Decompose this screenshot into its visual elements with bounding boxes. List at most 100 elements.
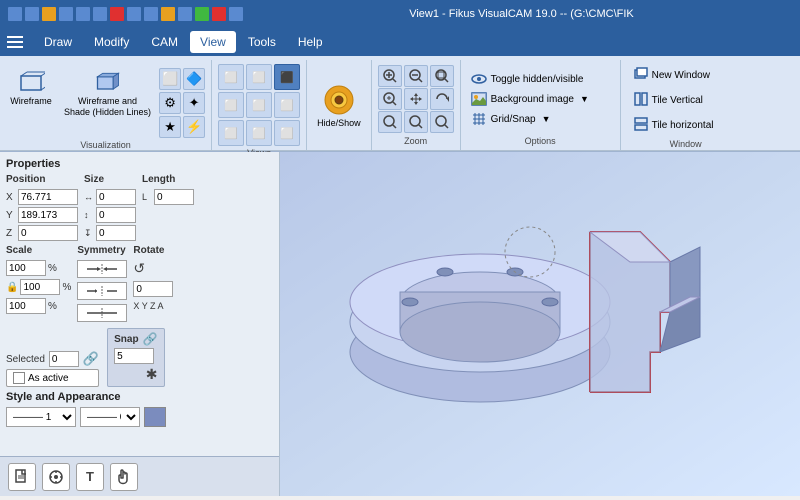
vis-small-btn-6[interactable]: ⚡	[183, 116, 205, 138]
chain-icon: 🔗	[83, 351, 99, 367]
zoom-sel-button[interactable]	[378, 88, 402, 110]
hamburger-button[interactable]	[4, 30, 28, 54]
tile-horizontal-label: Tile horizontal	[652, 120, 714, 131]
as-active-label: As active	[28, 373, 69, 384]
x-label: X	[6, 192, 16, 203]
view-btn-1[interactable]: ⬜	[218, 64, 244, 90]
app-icon-7	[110, 7, 124, 21]
app-icon-5	[76, 7, 90, 21]
symmetry-btn-2[interactable]	[77, 282, 127, 300]
hide-show-button[interactable]: Hide/Show	[313, 80, 365, 130]
vis-small-btn-5[interactable]: ★	[159, 116, 181, 138]
line-style-select[interactable]: ——— 1 - - - 2 ··· 3	[6, 407, 76, 427]
toggle-hidden-icon	[471, 71, 487, 87]
length-input[interactable]	[154, 189, 194, 205]
toggle-hidden-button[interactable]: Toggle hidden/visible	[467, 70, 614, 88]
app-icon-2	[25, 7, 39, 21]
pan-button[interactable]	[404, 88, 428, 110]
wireframe-shade-label: Wireframe andShade (Hidden Lines)	[64, 96, 151, 118]
zoom-extra-2[interactable]	[404, 111, 428, 133]
text-button[interactable]: T	[76, 463, 104, 491]
background-image-icon	[471, 91, 487, 107]
zoom-extra-1[interactable]	[378, 111, 402, 133]
size-group: Size ↔ ↕ ↧	[84, 174, 136, 241]
menu-item-modify[interactable]: Modify	[84, 31, 139, 53]
new-doc-button[interactable]	[8, 463, 36, 491]
left-panel: Properties Position X Y Z	[0, 152, 280, 496]
wireframe-button[interactable]: Wireframe	[6, 66, 56, 108]
menu-item-view[interactable]: View	[190, 31, 236, 53]
new-window-button[interactable]: New Window	[627, 64, 745, 87]
zoom-extra-3[interactable]	[430, 111, 454, 133]
scale-z-input[interactable]	[6, 298, 46, 314]
ribbon-group-zoom: Zoom	[372, 60, 461, 150]
view-btn-2[interactable]: ⬜	[246, 64, 272, 90]
window-group-label: Window	[670, 139, 702, 149]
as-active-button[interactable]: As active	[6, 369, 99, 387]
rotate-view-button[interactable]	[430, 88, 454, 110]
view-btn-6[interactable]: ⬜	[274, 92, 300, 118]
wireframe-shade-button[interactable]: Wireframe andShade (Hidden Lines)	[60, 66, 155, 120]
background-image-button[interactable]: Background image ▼	[467, 90, 614, 108]
view-btn-5[interactable]: ⬜	[246, 92, 272, 118]
symmetry-btn-3[interactable]	[77, 304, 127, 322]
tile-vertical-icon	[634, 92, 648, 109]
viewport[interactable]	[280, 152, 800, 496]
options-group-label: Options	[525, 136, 556, 146]
view-btn-9[interactable]: ⬜	[274, 120, 300, 146]
hand-button[interactable]	[110, 463, 138, 491]
ribbon-group-views: ⬜ ⬜ ⬛ ⬜ ⬜ ⬜ ⬜ ⬜ ⬜ Views	[212, 60, 307, 150]
app-icon-4	[59, 7, 73, 21]
menu-item-help[interactable]: Help	[288, 31, 333, 53]
vis-small-btn-1[interactable]: ⬜	[159, 68, 181, 90]
view-btn-8[interactable]: ⬜	[246, 120, 272, 146]
scale-z-pct: %	[48, 301, 57, 312]
scale-y-input[interactable]	[20, 279, 60, 295]
menu-item-tools[interactable]: Tools	[238, 31, 286, 53]
ribbon-group-window: New Window Tile Vertical Tile horizontal…	[621, 60, 751, 150]
color-picker[interactable]	[144, 407, 166, 427]
size-d-input[interactable]	[96, 225, 136, 241]
selected-input[interactable]	[49, 351, 79, 367]
symmetry-label: Symmetry	[77, 245, 127, 256]
selected-section: Selected 🔗 As active	[6, 351, 99, 387]
view-btn-7[interactable]: ⬜	[218, 120, 244, 146]
selected-label: Selected	[6, 354, 45, 365]
view-btn-4[interactable]: ⬜	[218, 92, 244, 118]
app-icon-3	[42, 7, 56, 21]
zoom-out-button[interactable]	[404, 65, 428, 87]
symmetry-btn-1[interactable]	[77, 260, 127, 278]
vis-small-btn-4[interactable]: ✦	[183, 92, 205, 114]
line-weight-select[interactable]: ——— 0 ——— 1 ——— 2	[80, 407, 140, 427]
rotate-input[interactable]	[133, 281, 173, 297]
as-active-checkbox[interactable]	[13, 372, 25, 384]
scale-x-input[interactable]	[6, 260, 46, 276]
y-input[interactable]	[18, 207, 78, 223]
app-icon-6	[93, 7, 107, 21]
properties-button[interactable]	[42, 463, 70, 491]
tile-horizontal-button[interactable]: Tile horizontal	[627, 114, 745, 137]
size-w-input[interactable]	[96, 189, 136, 205]
properties-title: Properties	[6, 158, 273, 170]
snap-input[interactable]	[114, 348, 154, 364]
vis-small-btn-3[interactable]: ⚙	[159, 92, 181, 114]
position-group: Position X Y Z	[6, 174, 78, 241]
size-h-input[interactable]	[96, 207, 136, 223]
properties-panel: Properties Position X Y Z	[0, 152, 279, 456]
app-icon-11	[178, 7, 192, 21]
grid-snap-button[interactable]: Grid/Snap ▼	[467, 110, 614, 128]
view-btn-3[interactable]: ⬛	[274, 64, 300, 90]
tile-vertical-button[interactable]: Tile Vertical	[627, 89, 745, 112]
menu-item-draw[interactable]: Draw	[34, 31, 82, 53]
hide-show-icon	[321, 82, 357, 118]
vis-small-btn-2[interactable]: 🔷	[183, 68, 205, 90]
background-image-dropdown[interactable]: ▼	[580, 94, 589, 104]
zoom-in-button[interactable]	[378, 65, 402, 87]
content-area: Properties Position X Y Z	[0, 152, 800, 496]
menu-item-cam[interactable]: CAM	[141, 31, 188, 53]
x-input[interactable]	[18, 189, 78, 205]
zoom-fit-button[interactable]	[430, 65, 454, 87]
grid-snap-dropdown[interactable]: ▼	[542, 114, 551, 124]
z-input[interactable]	[18, 225, 78, 241]
app-icon-14	[229, 7, 243, 21]
